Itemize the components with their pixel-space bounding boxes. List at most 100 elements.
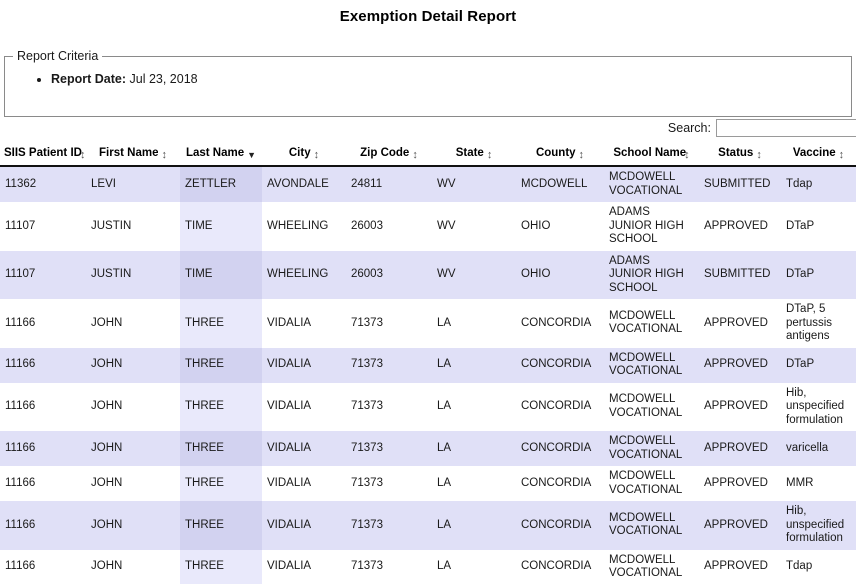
- cell-city: VIDALIA: [262, 549, 346, 584]
- sort-descending-icon[interactable]: [247, 151, 256, 160]
- cell-siis_patient_id: 11166: [0, 501, 86, 550]
- cell-status: APPROVED: [699, 501, 781, 550]
- cell-school_name: ADAMS JUNIOR HIGH SCHOOL: [604, 250, 699, 299]
- report-criteria-panel: Report Criteria Report Date: Jul 23, 201…: [4, 49, 852, 117]
- cell-school_name: MCDOWELL VOCATIONAL: [604, 549, 699, 584]
- column-header-school_name[interactable]: School Name: [604, 145, 699, 167]
- table-row[interactable]: 11166 JOHN THREE VIDALIA 71373 LA CONCORDIA MCD…: [0, 501, 856, 550]
- table-row[interactable]: 11166 JOHN THREE VIDALIA 71373 LA CONCORDIA MCD…: [0, 466, 856, 501]
- cell-last_name: THREE: [180, 347, 262, 383]
- column-header-label: First Name: [99, 147, 159, 159]
- column-header-label: Status: [718, 147, 754, 159]
- cell-county: OHIO: [516, 250, 604, 299]
- cell-county: CONCORDIA: [516, 466, 604, 501]
- sort-both-icon[interactable]: [80, 151, 86, 160]
- cell-state: LA: [432, 431, 516, 466]
- report-table-container: SIIS Patient ID First Name Last Name City Zi…: [0, 145, 856, 584]
- table-header-row: SIIS Patient ID First Name Last Name City Zi…: [0, 145, 856, 167]
- sort-both-icon[interactable]: [756, 151, 762, 160]
- column-header-label: County: [535, 147, 576, 159]
- sort-both-icon[interactable]: [487, 151, 493, 160]
- cell-vaccine: DTaP: [781, 250, 856, 299]
- cell-vaccine: Tdap: [781, 549, 856, 584]
- sort-both-icon[interactable]: [412, 151, 418, 160]
- table-row[interactable]: 11362 LEVI ZETTLER AVONDALE 24811 WV MCDOWELL M…: [0, 166, 856, 202]
- sort-both-icon[interactable]: [839, 151, 845, 160]
- cell-city: VIDALIA: [262, 382, 346, 431]
- cell-last_name: THREE: [180, 299, 262, 348]
- cell-state: LA: [432, 299, 516, 348]
- sort-both-icon[interactable]: [314, 151, 320, 160]
- column-header-label: School Name: [613, 147, 687, 159]
- search-input[interactable]: [716, 119, 856, 137]
- cell-last_name: TIME: [180, 202, 262, 251]
- sort-both-icon[interactable]: [161, 151, 167, 160]
- cell-first_name: JOHN: [86, 299, 180, 348]
- cell-county: MCDOWELL: [516, 166, 604, 202]
- column-header-status[interactable]: Status: [699, 145, 781, 167]
- table-row[interactable]: 11166 JOHN THREE VIDALIA 71373 LA CONCORDIA MCD…: [0, 431, 856, 466]
- cell-school_name: MCDOWELL VOCATIONAL: [604, 347, 699, 383]
- cell-first_name: JUSTIN: [86, 202, 180, 251]
- cell-state: LA: [432, 466, 516, 501]
- sort-both-icon[interactable]: [579, 151, 585, 160]
- table-row[interactable]: 11166 JOHN THREE VIDALIA 71373 LA CONCORDIA MCD…: [0, 382, 856, 431]
- table-body: 11362 LEVI ZETTLER AVONDALE 24811 WV MCDOWELL M…: [0, 166, 856, 584]
- criteria-label: Report Date:: [51, 72, 127, 86]
- column-header-last_name[interactable]: Last Name: [180, 145, 262, 167]
- cell-city: VIDALIA: [262, 501, 346, 550]
- cell-last_name: ZETTLER: [180, 166, 262, 202]
- cell-last_name: THREE: [180, 501, 262, 550]
- cell-school_name: MCDOWELL VOCATIONAL: [604, 166, 699, 202]
- cell-last_name: THREE: [180, 549, 262, 584]
- column-header-zip_code[interactable]: Zip Code: [346, 145, 432, 167]
- report-criteria-list: Report Date: Jul 23, 2018: [5, 71, 851, 87]
- cell-vaccine: Tdap: [781, 166, 856, 202]
- cell-status: APPROVED: [699, 299, 781, 348]
- column-header-vaccine[interactable]: Vaccine: [781, 145, 856, 167]
- sort-both-icon[interactable]: [684, 151, 690, 160]
- column-header-first_name[interactable]: First Name: [86, 145, 180, 167]
- table-row[interactable]: 11166 JOHN THREE VIDALIA 71373 LA CONCORDIA MCD…: [0, 549, 856, 584]
- cell-vaccine: DTaP: [781, 347, 856, 383]
- table-row[interactable]: 11107 JUSTIN TIME WHEELING 26003 WV OHIO ADAMS …: [0, 202, 856, 251]
- table-row[interactable]: 11166 JOHN THREE VIDALIA 71373 LA CONCORDIA MCD…: [0, 299, 856, 348]
- cell-status: APPROVED: [699, 347, 781, 383]
- cell-state: LA: [432, 347, 516, 383]
- table-row[interactable]: 11107 JUSTIN TIME WHEELING 26003 WV OHIO ADAMS …: [0, 250, 856, 299]
- table-header: SIIS Patient ID First Name Last Name City Zi…: [0, 145, 856, 167]
- cell-city: AVONDALE: [262, 166, 346, 202]
- cell-state: WV: [432, 166, 516, 202]
- criteria-item-report-date: Report Date: Jul 23, 2018: [51, 71, 851, 87]
- cell-zip_code: 26003: [346, 250, 432, 299]
- cell-school_name: MCDOWELL VOCATIONAL: [604, 431, 699, 466]
- column-header-label: SIIS Patient ID: [4, 147, 82, 159]
- cell-status: SUBMITTED: [699, 166, 781, 202]
- cell-vaccine: DTaP, 5 pertussis antigens: [781, 299, 856, 348]
- cell-status: APPROVED: [699, 549, 781, 584]
- column-header-state[interactable]: State: [432, 145, 516, 167]
- cell-school_name: MCDOWELL VOCATIONAL: [604, 466, 699, 501]
- cell-siis_patient_id: 11107: [0, 250, 86, 299]
- cell-county: CONCORDIA: [516, 299, 604, 348]
- cell-siis_patient_id: 11166: [0, 299, 86, 348]
- cell-vaccine: MMR: [781, 466, 856, 501]
- cell-first_name: JOHN: [86, 431, 180, 466]
- column-header-county[interactable]: County: [516, 145, 604, 167]
- cell-first_name: JOHN: [86, 549, 180, 584]
- cell-city: VIDALIA: [262, 347, 346, 383]
- cell-zip_code: 24811: [346, 166, 432, 202]
- column-header-label: Last Name: [185, 147, 245, 159]
- exemption-detail-table: SIIS Patient ID First Name Last Name City Zi…: [0, 145, 856, 584]
- cell-status: APPROVED: [699, 466, 781, 501]
- column-header-label: City: [288, 147, 311, 159]
- table-row[interactable]: 11166 JOHN THREE VIDALIA 71373 LA CONCORDIA MCD…: [0, 347, 856, 383]
- cell-first_name: JUSTIN: [86, 250, 180, 299]
- column-header-siis_patient_id[interactable]: SIIS Patient ID: [0, 145, 86, 167]
- cell-county: CONCORDIA: [516, 501, 604, 550]
- column-header-city[interactable]: City: [262, 145, 346, 167]
- cell-siis_patient_id: 11166: [0, 466, 86, 501]
- cell-first_name: JOHN: [86, 501, 180, 550]
- cell-status: APPROVED: [699, 431, 781, 466]
- cell-state: LA: [432, 382, 516, 431]
